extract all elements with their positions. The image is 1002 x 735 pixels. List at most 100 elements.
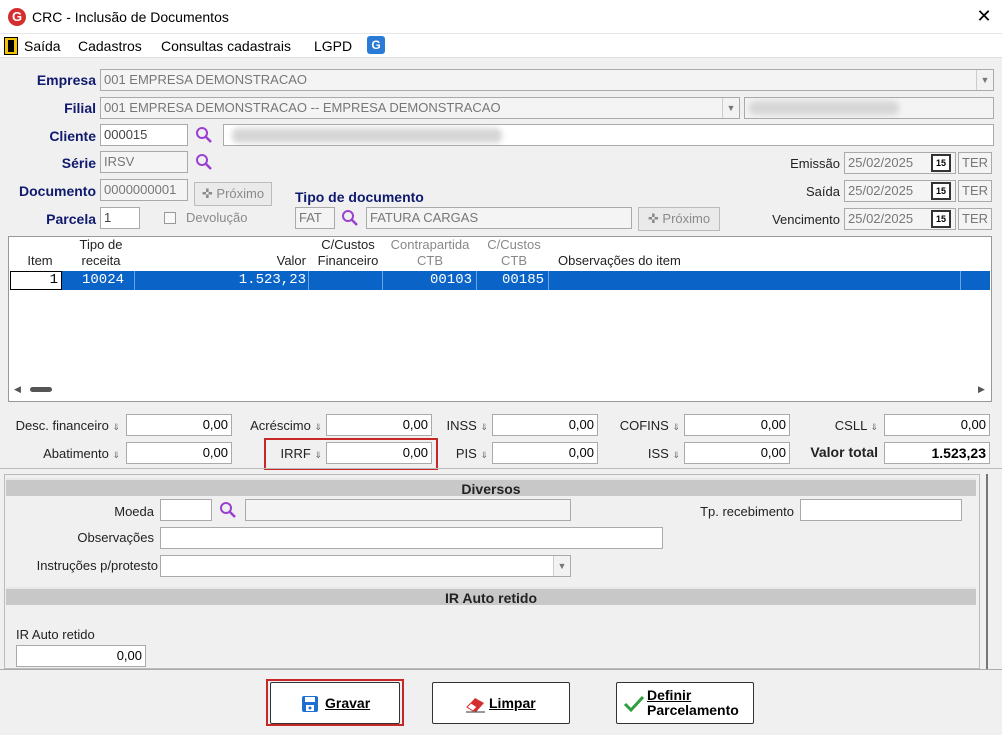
close-icon[interactable]: ✕: [974, 6, 994, 27]
scroll-right-icon[interactable]: ▶: [978, 384, 985, 395]
vertical-scrollbar[interactable]: [986, 474, 988, 669]
cofins-label: COFINS ⇓: [619, 418, 680, 433]
csll-label: CSLL ⇓: [834, 418, 878, 433]
documento-label: Documento: [19, 183, 96, 199]
tp-recebimento-input[interactable]: [800, 499, 962, 521]
chevron-down-icon[interactable]: ▼: [553, 556, 570, 576]
definir-label-line2: Parcelamento: [647, 702, 739, 718]
search-icon[interactable]: [341, 209, 359, 227]
row-contra: 00103: [429, 272, 472, 288]
row-cctb: 00185: [501, 272, 544, 288]
abatimento-input[interactable]: 0,00: [126, 442, 232, 464]
menu-bar: [0, 34, 1002, 58]
parcela-input[interactable]: 1: [100, 207, 140, 229]
col-header-contra-1: Contrapartida: [390, 237, 470, 252]
acrescimo-label: Acréscimo ⇓: [250, 418, 322, 433]
proximo-label: Próximo: [216, 186, 265, 201]
menu-item-saida[interactable]: Saída: [24, 38, 61, 54]
emissao-ter: TER: [958, 152, 992, 174]
app-logo-icon: G: [8, 8, 26, 26]
chevron-down-icon[interactable]: ▼: [976, 70, 993, 90]
empresa-value: 001 EMPRESA DEMONSTRACAO: [104, 72, 307, 87]
irrf-label: IRRF ⇓: [280, 446, 322, 461]
serie-input[interactable]: IRSV: [100, 151, 188, 173]
eraser-icon: [466, 698, 485, 713]
saida-label: Saída: [806, 184, 840, 199]
calendar-icon[interactable]: 15: [931, 154, 951, 172]
moeda-input[interactable]: [160, 499, 212, 521]
pis-input[interactable]: 0,00: [492, 442, 598, 464]
scroll-left-icon[interactable]: ◀: [14, 384, 21, 395]
vencimento-ter: TER: [958, 208, 992, 230]
calendar-icon[interactable]: 15: [931, 182, 951, 200]
window-title: CRC - Inclusão de Documentos: [32, 9, 229, 25]
moeda-desc: [245, 499, 571, 521]
acrescimo-input[interactable]: 0,00: [326, 414, 432, 436]
cliente-label: Cliente: [49, 128, 96, 144]
app-g-icon[interactable]: G: [367, 36, 385, 54]
row-item: 1: [49, 272, 58, 288]
vencimento-label: Vencimento: [772, 212, 840, 227]
iss-input[interactable]: 0,00: [684, 442, 790, 464]
grid-separator: [134, 271, 135, 290]
col-header-item: Item: [27, 253, 53, 268]
parcela-label: Parcela: [46, 211, 96, 227]
ir-auto-label: IR Auto retido: [16, 627, 95, 642]
col-header-valor: Valor: [276, 253, 306, 268]
definir-parcelamento-button[interactable]: Definir Parcelamento: [616, 682, 754, 724]
irrf-input[interactable]: 0,00: [326, 442, 432, 464]
grid-separator: [308, 271, 309, 290]
inss-input[interactable]: 0,00: [492, 414, 598, 436]
filial-description-field: [744, 97, 994, 119]
row-valor: 1.523,23: [238, 272, 306, 288]
menu-item-cadastros[interactable]: Cadastros: [78, 38, 142, 54]
documento-input[interactable]: 0000000001: [100, 179, 188, 201]
search-icon[interactable]: [195, 126, 213, 144]
proximo-tipo-label: Próximo: [662, 211, 711, 226]
col-header-tipo-2: receita: [81, 253, 121, 268]
exit-door-icon[interactable]: [4, 37, 18, 55]
empresa-label: Empresa: [36, 72, 96, 88]
tipo-documento-label: Tipo de documento: [295, 189, 424, 205]
col-header-cctb-2: CTB: [501, 253, 527, 268]
filial-select[interactable]: 001 EMPRESA DEMONSTRACAO -- EMPRESA DEMO…: [100, 97, 740, 119]
grid-separator: [476, 271, 477, 290]
cliente-input[interactable]: 000015: [100, 124, 188, 146]
cofins-input[interactable]: 0,00: [684, 414, 790, 436]
tipo-documento-desc: FATURA CARGAS: [366, 207, 632, 229]
valor-total-value: 1.523,23: [884, 442, 990, 464]
grid-separator: [960, 271, 961, 290]
iss-label: ISS ⇓: [647, 446, 680, 461]
col-header-tipo-1: Tipo de: [79, 237, 123, 252]
limpar-button[interactable]: Limpar: [432, 682, 570, 724]
ir-auto-input[interactable]: 0,00: [16, 645, 146, 667]
devolucao-checkbox[interactable]: [164, 212, 176, 224]
gravar-button[interactable]: Gravar: [270, 682, 400, 724]
menu-item-consultas[interactable]: Consultas cadastrais: [161, 38, 291, 54]
redacted-blur: [232, 128, 502, 143]
serie-label: Série: [61, 155, 96, 171]
empresa-select[interactable]: 001 EMPRESA DEMONSTRACAO ▼: [100, 69, 994, 91]
observacoes-input[interactable]: [160, 527, 663, 549]
search-icon[interactable]: [195, 153, 213, 171]
csll-input[interactable]: 0,00: [884, 414, 990, 436]
desc-fin-input[interactable]: 0,00: [126, 414, 232, 436]
proximo-tipo-button[interactable]: ✜ Próximo: [638, 207, 720, 231]
calendar-icon[interactable]: 15: [931, 210, 951, 228]
col-header-obs: Observações do item: [558, 253, 681, 268]
chevron-down-icon[interactable]: ▼: [722, 98, 739, 118]
limpar-label: Limpar: [489, 695, 536, 711]
emissao-label: Emissão: [790, 156, 840, 171]
inss-label: INSS ⇓: [446, 418, 488, 433]
tipo-documento-code[interactable]: FAT: [295, 207, 335, 229]
grid-separator: [548, 271, 549, 290]
redacted-blur: [749, 101, 899, 115]
instrucoes-select[interactable]: ▼: [160, 555, 571, 577]
saida-ter: TER: [958, 180, 992, 202]
menu-item-lgpd[interactable]: LGPD: [314, 38, 352, 54]
search-icon[interactable]: [219, 501, 237, 519]
proximo-button[interactable]: ✜ Próximo: [194, 182, 272, 206]
definir-label-line1: Definir: [647, 687, 692, 703]
grid-separator: [382, 271, 383, 290]
horizontal-scrollbar[interactable]: [30, 387, 52, 392]
